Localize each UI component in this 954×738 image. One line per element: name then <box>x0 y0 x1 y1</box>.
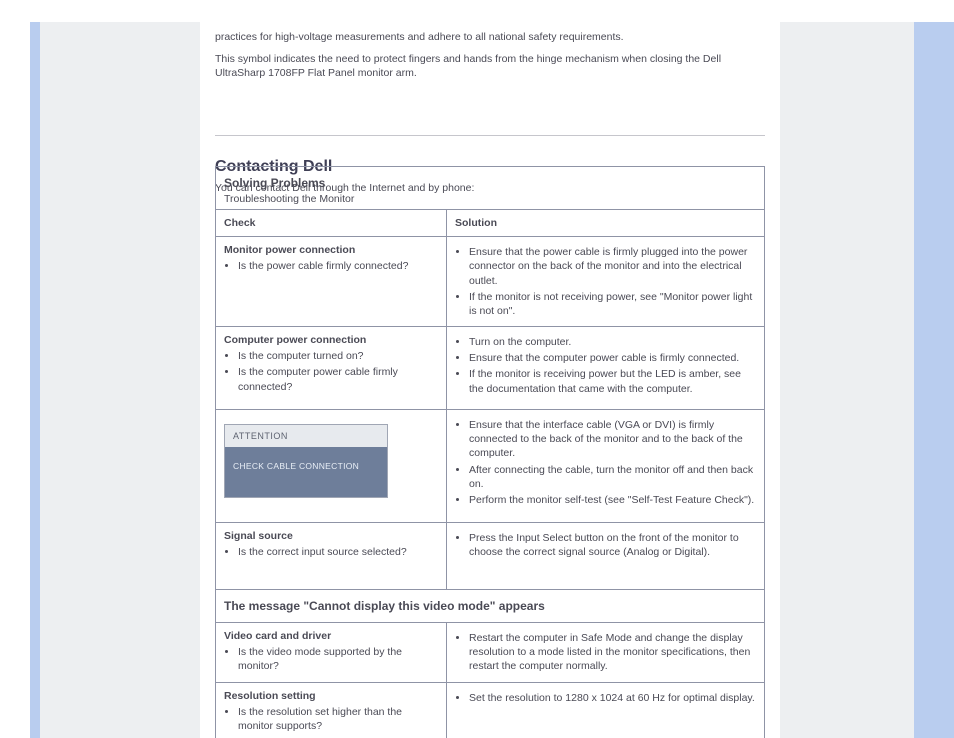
check-item: Is the power cable firmly connected? <box>238 259 438 273</box>
page-content: practices for high-voltage measurements … <box>200 22 780 738</box>
check-list: Is the resolution set higher than the mo… <box>224 705 438 733</box>
page-edge-far-right <box>924 22 954 738</box>
page-edge-left <box>30 22 40 738</box>
table-row: Signal source Is the correct input sourc… <box>215 523 765 590</box>
solution-item: Press the Input Select button on the fro… <box>469 531 756 559</box>
solution-item: If the monitor is not receiving power, s… <box>469 290 756 318</box>
caption-title: Solving Problems <box>224 176 325 190</box>
solution-list: Set the resolution to 1280 x 1024 at 60 … <box>455 691 756 705</box>
table-row: ATTENTION CHECK CABLE CONNECTION Ensure … <box>215 410 765 523</box>
cell-check: Video card and driver Is the video mode … <box>216 623 447 682</box>
table-row: Video card and driver Is the video mode … <box>215 623 765 683</box>
check-item: Is the video mode supported by the monit… <box>238 645 438 673</box>
check-list: Is the computer turned on? Is the comput… <box>224 349 438 394</box>
solution-list: Ensure that the interface cable (VGA or … <box>455 418 756 507</box>
solution-item: Perform the monitor self-test (see "Self… <box>469 493 756 507</box>
table-row: Resolution setting Is the resolution set… <box>215 683 765 738</box>
table-section-row: The message "Cannot display this video m… <box>215 590 765 623</box>
cell-check: Signal source Is the correct input sourc… <box>216 523 447 589</box>
page-background: practices for high-voltage measurements … <box>40 22 914 738</box>
cell-solution: Set the resolution to 1280 x 1024 at 60 … <box>447 683 764 738</box>
header-solution: Solution <box>447 210 764 236</box>
solution-item: If the monitor is receiving power but th… <box>469 367 756 395</box>
header-check: Check <box>216 210 447 236</box>
solution-list: Press the Input Select button on the fro… <box>455 531 756 559</box>
solution-item: Ensure that the power cable is firmly pl… <box>469 245 756 288</box>
caption-subtitle: Troubleshooting the Monitor <box>224 193 756 205</box>
cell-check: ATTENTION CHECK CABLE CONNECTION <box>216 410 447 522</box>
solution-list: Restart the computer in Safe Mode and ch… <box>455 631 756 674</box>
osd-title: ATTENTION <box>225 425 387 447</box>
table-row: Computer power connection Is the compute… <box>215 327 765 410</box>
osd-body: CHECK CABLE CONNECTION <box>225 447 387 496</box>
cell-check: Monitor power connection Is the power ca… <box>216 237 447 326</box>
solution-item: Ensure that the interface cable (VGA or … <box>469 418 756 461</box>
check-list: Is the correct input source selected? <box>224 545 438 559</box>
check-label: Resolution setting <box>224 690 316 702</box>
cell-check: Resolution setting Is the resolution set… <box>216 683 447 738</box>
solution-item: Turn on the computer. <box>469 335 756 349</box>
cell-check: Computer power connection Is the compute… <box>216 327 447 409</box>
osd-attention-box: ATTENTION CHECK CABLE CONNECTION <box>224 424 388 498</box>
solution-item: After connecting the cable, turn the mon… <box>469 463 756 491</box>
section-title: The message "Cannot display this video m… <box>216 590 764 622</box>
check-item: Is the resolution set higher than the mo… <box>238 705 438 733</box>
cell-solution: Ensure that the power cable is firmly pl… <box>447 237 764 326</box>
solution-list: Ensure that the power cable is firmly pl… <box>455 245 756 318</box>
cell-solution: Restart the computer in Safe Mode and ch… <box>447 623 764 682</box>
page-edge-right <box>914 22 924 738</box>
check-item: Is the correct input source selected? <box>238 545 438 559</box>
check-list: Is the power cable firmly connected? <box>224 259 438 273</box>
check-label: Signal source <box>224 530 293 542</box>
cell-solution: Turn on the computer. Ensure that the co… <box>447 327 764 409</box>
solution-item: Ensure that the computer power cable is … <box>469 351 756 365</box>
table-header-row: Check Solution <box>215 210 765 237</box>
check-item: Is the computer turned on? <box>238 349 438 363</box>
check-label: Computer power connection <box>224 334 366 346</box>
solution-list: Turn on the computer. Ensure that the co… <box>455 335 756 396</box>
cell-solution: Press the Input Select button on the fro… <box>447 523 764 589</box>
table-row: Monitor power connection Is the power ca… <box>215 237 765 327</box>
check-item: Is the computer power cable firmly conne… <box>238 365 438 393</box>
check-label: Video card and driver <box>224 630 331 642</box>
horizontal-rule <box>215 135 765 136</box>
intro-line-1: practices for high-voltage measurements … <box>215 30 765 44</box>
check-label: Monitor power connection <box>224 244 355 256</box>
solution-item: Restart the computer in Safe Mode and ch… <box>469 631 756 674</box>
intro-line-2: This symbol indicates the need to protec… <box>215 52 765 80</box>
cell-solution: Ensure that the interface cable (VGA or … <box>447 410 764 522</box>
solution-item: Set the resolution to 1280 x 1024 at 60 … <box>469 691 756 705</box>
document-viewport: practices for high-voltage measurements … <box>0 0 954 738</box>
troubleshooting-table: Solving Problems Troubleshooting the Mon… <box>215 166 765 738</box>
check-list: Is the video mode supported by the monit… <box>224 645 438 673</box>
table-caption: Solving Problems Troubleshooting the Mon… <box>215 166 765 210</box>
